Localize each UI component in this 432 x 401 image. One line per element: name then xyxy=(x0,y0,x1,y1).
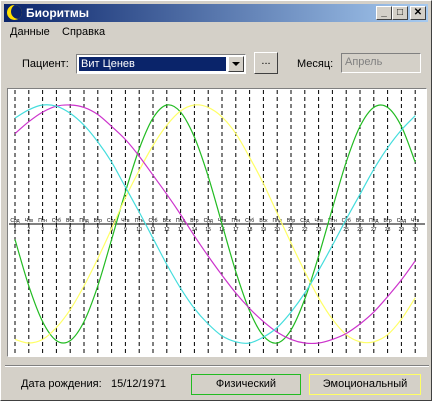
day-number-label: 24 xyxy=(330,227,336,233)
minimize-button[interactable]: _ xyxy=(376,6,392,20)
day-number-label: 7 xyxy=(96,227,99,233)
weekday-label: Чтв xyxy=(121,218,130,224)
weekday-label: Втр xyxy=(190,218,198,224)
day-number-label: 1 xyxy=(14,227,17,233)
weekday-label: Чтв xyxy=(25,218,34,224)
legend-physical[interactable]: Физический xyxy=(191,374,301,395)
weekday-label: Срд xyxy=(397,218,406,224)
browse-patient-button[interactable]: ... xyxy=(254,52,278,74)
day-number-label: 30 xyxy=(412,227,418,233)
birth-date-label: Дата рождения: xyxy=(21,378,102,390)
day-number-label: 3 xyxy=(41,227,44,233)
weekday-label: Втр xyxy=(287,218,295,224)
day-number-label: 9 xyxy=(124,227,127,233)
patient-label: Пациент: xyxy=(22,58,69,70)
weekday-label: Птн xyxy=(231,218,240,224)
weekday-label: Срд xyxy=(300,218,309,224)
day-number-label: 6 xyxy=(83,227,86,233)
weekday-label: Втр xyxy=(94,218,102,224)
day-number-label: 27 xyxy=(371,227,377,233)
weekday-label: Чтв xyxy=(411,218,420,224)
day-number-label: 26 xyxy=(357,227,363,233)
day-number-label: 19 xyxy=(261,227,267,233)
month-label: Месяц: xyxy=(297,58,334,70)
weekday-label: Суб xyxy=(148,218,157,224)
weekday-label: Суб xyxy=(52,218,61,224)
patient-select[interactable]: Вит Ценев xyxy=(76,54,246,74)
weekday-label: Срд xyxy=(204,218,213,224)
day-number-label: 29 xyxy=(399,227,405,233)
close-button[interactable]: ✕ xyxy=(410,6,426,20)
day-number-label: 4 xyxy=(55,227,58,233)
legend-emotional[interactable]: Эмоциональный xyxy=(309,374,421,395)
weekday-label: Вск xyxy=(356,218,365,224)
day-number-label: 22 xyxy=(302,227,308,233)
biorhythm-chart-svg: Срд1Чтв2Птн3Суб4Вск5Пнд6Втр7Срд8Чтв9Птн1… xyxy=(9,90,425,355)
menu-data[interactable]: Данные xyxy=(10,26,50,38)
menu-help[interactable]: Справка xyxy=(62,26,105,38)
weekday-label: Вск xyxy=(163,218,172,224)
status-divider xyxy=(5,365,429,367)
day-number-label: 28 xyxy=(385,227,391,233)
day-number-label: 15 xyxy=(205,227,211,233)
day-number-label: 17 xyxy=(233,227,239,233)
weekday-label: Вск xyxy=(259,218,268,224)
biorhythm-chart: Срд 1 Чтв 2 Птн 3 Суб 4 Вск 5 Пнд 6 Втр 7 Срд 8 Чтв 9 Птн 1… xyxy=(7,88,427,357)
weekday-label: Пнд xyxy=(369,218,378,224)
day-number-label: 2 xyxy=(27,227,30,233)
day-number-label: 21 xyxy=(288,227,294,233)
title-bar[interactable]: Биоритмы _ □ ✕ xyxy=(4,4,428,22)
month-field[interactable]: Апрель xyxy=(341,53,421,73)
day-number-label: 13 xyxy=(178,227,184,233)
weekday-label: Пнд xyxy=(79,218,88,224)
day-number-label: 25 xyxy=(343,227,349,233)
day-number-label: 12 xyxy=(164,227,170,233)
day-number-label: 23 xyxy=(316,227,322,233)
weekday-label: Срд xyxy=(10,218,19,224)
weekday-label: Чтв xyxy=(314,218,323,224)
day-number-label: 5 xyxy=(69,227,72,233)
weekday-label: Втр xyxy=(383,218,391,224)
day-number-label: 10 xyxy=(136,227,142,233)
day-number-label: 18 xyxy=(247,227,253,233)
birth-date-value: 15/12/1971 xyxy=(111,378,167,390)
weekday-label: Птн xyxy=(38,218,47,224)
day-number-label: 20 xyxy=(274,227,280,233)
moon-icon[interactable] xyxy=(7,5,22,20)
app-window: Биоритмы _ □ ✕ Данные Справка Пациент: В… xyxy=(0,0,432,401)
weekday-label: Вск xyxy=(66,218,75,224)
maximize-button[interactable]: □ xyxy=(392,6,408,20)
chevron-down-icon[interactable] xyxy=(228,56,244,72)
day-number-label: 11 xyxy=(150,227,155,233)
weekday-label: Суб xyxy=(245,218,254,224)
window-title: Биоритмы xyxy=(26,6,90,20)
patient-selected-value: Вит Ценев xyxy=(78,56,227,72)
